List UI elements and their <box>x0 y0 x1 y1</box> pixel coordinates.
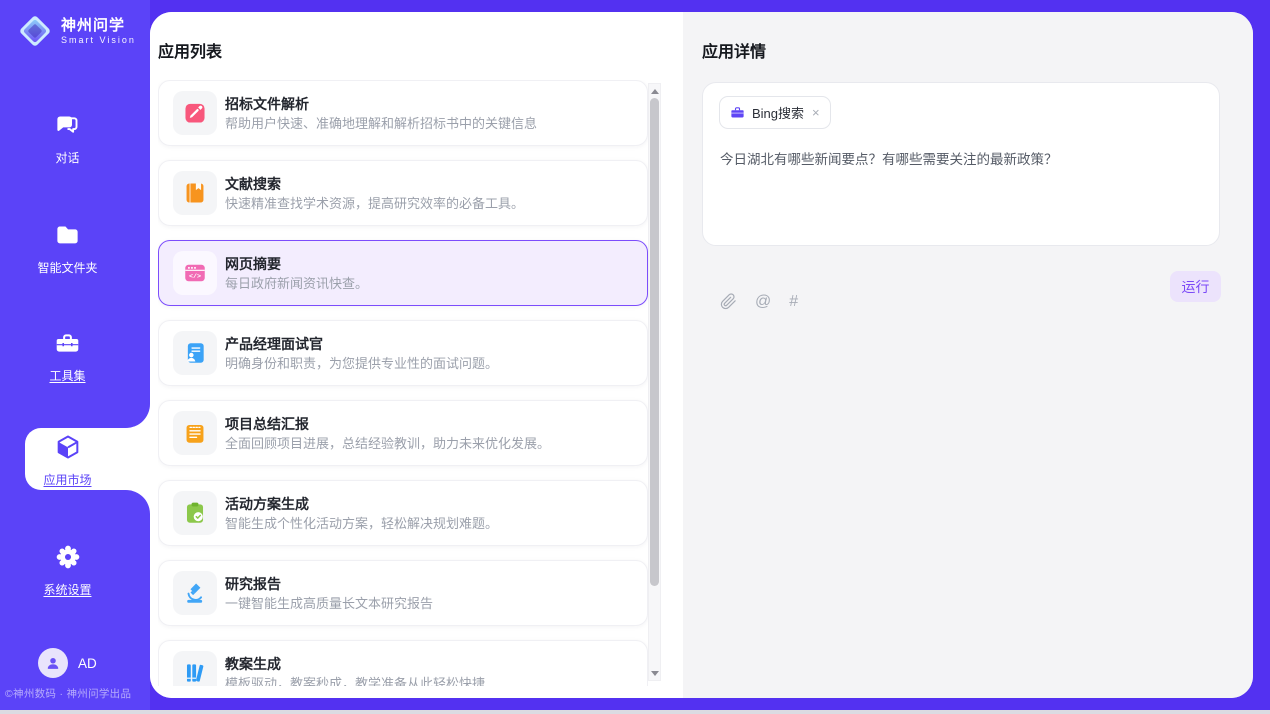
app-list: 招标文件解析 帮助用户快速、准确地理解和解析招标书中的关键信息 文献搜索 快速精… <box>158 80 648 686</box>
app-card[interactable]: 研究报告 一键智能生成高质量长文本研究报告 <box>158 560 648 626</box>
app-card[interactable]: </> 网页摘要 每日政府新闻资讯快查。 <box>158 240 648 306</box>
sidebar-item-label: 对话 <box>0 149 135 166</box>
app-card[interactable]: 项目总结汇报 全面回顾项目进展，总结经验教训，助力未来优化发展。 <box>158 400 648 466</box>
user-initials: AD <box>78 656 97 671</box>
prompt-card: Bing搜索 × 今日湖北有哪些新闻要点？有哪些需要关注的最新政策？ @ # <box>702 82 1220 246</box>
app-desc: 每日政府新闻资讯快查。 <box>225 276 368 292</box>
sidebar-item-label: 系统设置 <box>0 581 135 598</box>
toolbox-icon <box>54 330 81 357</box>
app-desc: 明确身份和职责，为您提供专业性的面试问题。 <box>225 356 498 372</box>
app-desc: 模板驱动，教案秒成，教学准备从此轻松快捷 <box>225 676 485 687</box>
webpage-summary-icon: </> <box>173 251 217 295</box>
app-detail-title: 应用详情 <box>702 38 766 62</box>
diamond-logo-icon <box>16 12 54 50</box>
sidebar-item-label: 应用市场 <box>0 471 135 488</box>
sidebar-item-label: 智能文件夹 <box>0 259 135 276</box>
sidebar-item-label: 工具集 <box>0 367 135 384</box>
brand-logo: 神州问学 Smart Vision <box>16 12 136 50</box>
bid-document-icon <box>173 91 217 135</box>
app-card[interactable]: 活动方案生成 智能生成个性化活动方案，轻松解决规划难题。 <box>158 480 648 546</box>
app-desc: 快速精准查找学术资源，提高研究效率的必备工具。 <box>225 196 524 212</box>
brand-name: 神州问学 <box>61 17 136 35</box>
app-name: 招标文件解析 <box>225 95 537 113</box>
app-list-title: 应用列表 <box>158 38 222 62</box>
app-name: 研究报告 <box>225 575 433 593</box>
research-report-icon <box>173 571 217 615</box>
copyright-footer: ©神州数码 · 神州问学出品 <box>5 686 150 701</box>
lesson-plan-icon <box>173 651 217 686</box>
app-list-panel: 应用列表 招标文件解析 帮助用户快速、准确地理解和解析招标书中的关键信息 <box>150 12 683 698</box>
sidebar-item-app-market[interactable]: 应用市场 <box>0 433 135 488</box>
pm-interviewer-icon <box>173 331 217 375</box>
brand-tagline: Smart Vision <box>61 35 136 46</box>
sidebar-item-settings[interactable]: 系统设置 <box>0 543 135 598</box>
app-card[interactable]: 文献搜索 快速精准查找学术资源，提高研究效率的必备工具。 <box>158 160 648 226</box>
settings-gear-icon <box>54 543 82 571</box>
activity-plan-icon <box>173 491 217 535</box>
app-name: 项目总结汇报 <box>225 415 550 433</box>
window-bottom-edge <box>0 710 1270 714</box>
paperclip-icon[interactable] <box>720 293 737 310</box>
pill-notch-top <box>126 404 150 428</box>
sidebar-item-toolbox[interactable]: 工具集 <box>0 330 135 384</box>
chip-close-icon[interactable]: × <box>812 106 820 119</box>
user-icon <box>44 654 62 672</box>
project-summary-icon <box>173 411 217 455</box>
pill-notch-bottom <box>126 490 150 514</box>
app-name: 教案生成 <box>225 655 485 673</box>
content-area: 应用列表 招标文件解析 帮助用户快速、准确地理解和解析招标书中的关键信息 <box>150 12 1253 698</box>
tool-chip-label: Bing搜索 <box>752 103 804 122</box>
chat-icon <box>54 112 81 139</box>
app-card[interactable]: 产品经理面试官 明确身份和职责，为您提供专业性的面试问题。 <box>158 320 648 386</box>
mention-icon[interactable]: @ <box>755 293 771 310</box>
app-desc: 帮助用户快速、准确地理解和解析招标书中的关键信息 <box>225 116 537 132</box>
sidebar-item-chat[interactable]: 对话 <box>0 112 135 166</box>
svg-text:</>: </> <box>189 273 201 281</box>
run-button[interactable]: 运行 <box>1170 271 1221 302</box>
prompt-text[interactable]: 今日湖北有哪些新闻要点？有哪些需要关注的最新政策？ <box>720 150 1200 169</box>
scroll-down-arrow[interactable] <box>649 667 660 679</box>
sidebar: 神州问学 Smart Vision 对话 智能文件夹 工具集 <box>0 0 150 710</box>
smart-folder-icon <box>54 222 81 249</box>
user-account[interactable]: AD <box>38 648 97 678</box>
briefcase-icon <box>730 105 745 120</box>
app-desc: 智能生成个性化活动方案，轻松解决规划难题。 <box>225 516 498 532</box>
scrollbar-thumb[interactable] <box>650 98 659 586</box>
app-card[interactable]: 招标文件解析 帮助用户快速、准确地理解和解析招标书中的关键信息 <box>158 80 648 146</box>
app-market-icon <box>54 433 82 461</box>
app-desc: 一键智能生成高质量长文本研究报告 <box>225 596 433 612</box>
tool-chip-bing-search[interactable]: Bing搜索 × <box>719 96 831 129</box>
list-scrollbar[interactable] <box>648 83 661 681</box>
app-name: 产品经理面试官 <box>225 335 498 353</box>
hashtag-icon[interactable]: # <box>789 293 798 310</box>
app-card[interactable]: 教案生成 模板驱动，教案秒成，教学准备从此轻松快捷 <box>158 640 648 686</box>
app-desc: 全面回顾项目进展，总结经验教训，助力未来优化发展。 <box>225 436 550 452</box>
input-toolbar: @ # <box>720 293 798 310</box>
app-name: 网页摘要 <box>225 255 368 273</box>
app-name: 活动方案生成 <box>225 495 498 513</box>
app-name: 文献搜索 <box>225 175 524 193</box>
app-detail-panel: 应用详情 Bing搜索 × 今日湖北有哪些新闻要点？有哪些需要关注的最新政策？ … <box>683 12 1253 698</box>
avatar <box>38 648 68 678</box>
literature-search-icon <box>173 171 217 215</box>
scroll-up-arrow[interactable] <box>649 85 660 97</box>
sidebar-item-smart-folder[interactable]: 智能文件夹 <box>0 222 135 276</box>
